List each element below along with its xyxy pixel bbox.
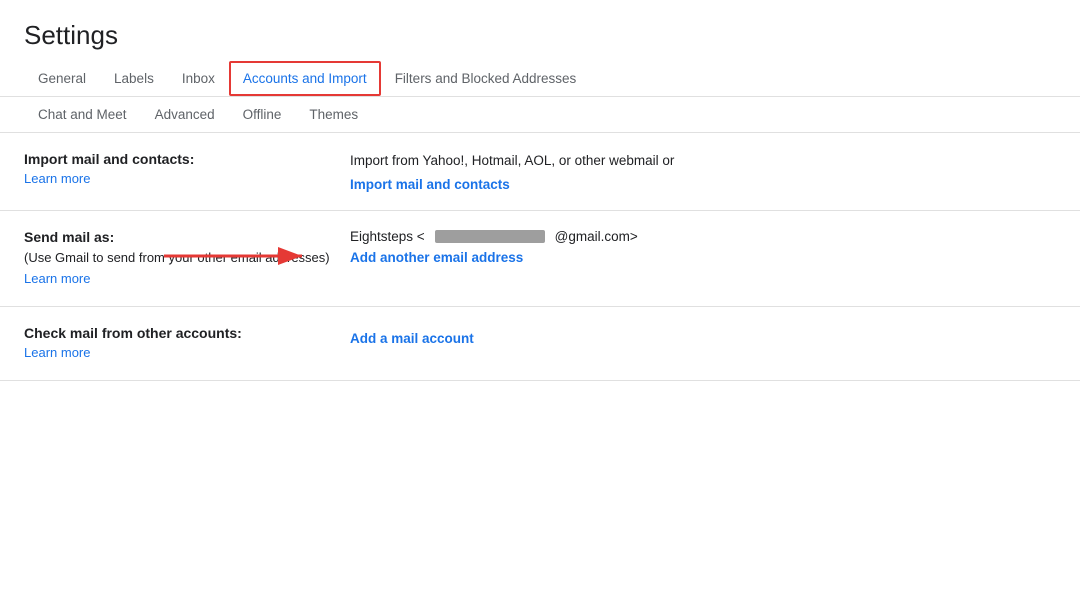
email-domain: @gmail.com> [555,229,638,244]
import-mail-title: Import mail and contacts: [24,151,334,167]
check-mail-row: Check mail from other accounts: Learn mo… [0,307,1080,381]
content-area: Import mail and contacts: Learn more Imp… [0,133,1080,381]
tabs-row1: General Labels Inbox Accounts and Import… [0,61,1080,97]
tab-general[interactable]: General [24,61,100,96]
add-mail-account-link[interactable]: Add a mail account [350,331,1056,346]
send-mail-title: Send mail as: [24,229,334,245]
tab-inbox[interactable]: Inbox [168,61,229,96]
import-mail-label: Import mail and contacts: Learn more [24,151,334,188]
send-mail-learn-more[interactable]: Learn more [24,271,90,286]
import-mail-row: Import mail and contacts: Learn more Imp… [0,133,1080,211]
import-mail-learn-more[interactable]: Learn more [24,171,90,186]
tab-offline[interactable]: Offline [229,97,296,132]
import-mail-content: Import from Yahoo!, Hotmail, AOL, or oth… [334,151,1056,192]
check-mail-label: Check mail from other accounts: Learn mo… [24,325,334,362]
tab-themes[interactable]: Themes [295,97,372,132]
check-mail-learn-more[interactable]: Learn more [24,345,90,360]
tabs-row2: Chat and Meet Advanced Offline Themes [0,97,1080,133]
email-name: Eightsteps < [350,229,425,244]
tab-chat-meet[interactable]: Chat and Meet [24,97,141,132]
tab-accounts-import[interactable]: Accounts and Import [229,61,381,96]
email-blurred [435,230,545,243]
tab-advanced[interactable]: Advanced [141,97,229,132]
send-mail-desc: (Use Gmail to send from your other email… [24,249,334,267]
email-display-row: Eightsteps < @gmail.com> [350,229,1056,244]
page-title: Settings [0,0,1080,61]
send-mail-label: Send mail as: (Use Gmail to send from yo… [24,229,334,288]
send-mail-content: Eightsteps < @gmail.com> Add another ema… [334,229,1056,265]
tab-filters[interactable]: Filters and Blocked Addresses [381,61,591,96]
check-mail-content: Add a mail account [334,325,1056,346]
check-mail-title: Check mail from other accounts: [24,325,334,341]
tab-labels[interactable]: Labels [100,61,168,96]
add-email-link[interactable]: Add another email address [350,250,1056,265]
import-mail-link[interactable]: Import mail and contacts [350,177,1056,192]
import-mail-text: Import from Yahoo!, Hotmail, AOL, or oth… [350,151,1056,171]
send-mail-row: Send mail as: (Use Gmail to send from yo… [0,211,1080,307]
